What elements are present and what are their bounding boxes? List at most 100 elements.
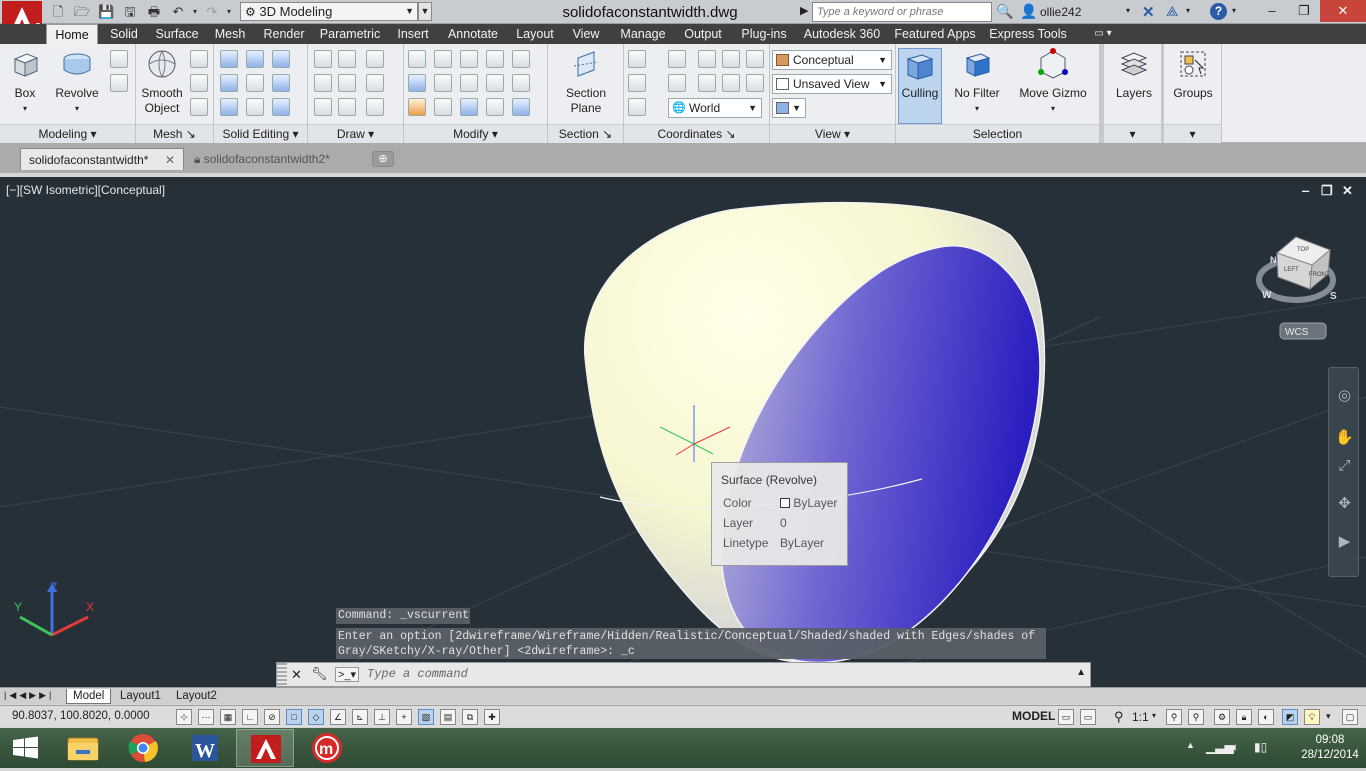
smooth-object-button[interactable]: Smooth Object xyxy=(138,48,186,116)
draw-panel-label[interactable]: Draw ▾ xyxy=(308,124,403,143)
tab-manage[interactable]: Manage xyxy=(614,24,672,44)
tab-insert[interactable]: Insert xyxy=(390,24,436,44)
word-icon[interactable]: W xyxy=(176,729,234,767)
circle-icon[interactable] xyxy=(366,74,384,92)
ucs-x-icon[interactable] xyxy=(698,50,716,68)
close-icon[interactable]: ✕ xyxy=(1320,0,1366,22)
polar-tracking-icon[interactable]: ⊘ xyxy=(264,709,280,725)
chevron-down-icon[interactable]: ▾ xyxy=(1186,6,1190,15)
shell-icon[interactable] xyxy=(272,98,290,116)
close-icon[interactable]: ✕ xyxy=(291,667,302,683)
thicken-icon[interactable] xyxy=(246,98,264,116)
separate-icon[interactable] xyxy=(246,50,264,68)
tab-view[interactable]: View xyxy=(566,24,606,44)
culling-button[interactable]: Culling xyxy=(898,48,942,124)
ucs-icon[interactable] xyxy=(628,50,646,68)
3d-object-snap-icon[interactable]: ◇ xyxy=(308,709,324,725)
undo-dropdown-icon[interactable]: ▾ xyxy=(187,4,203,20)
app-m-icon[interactable]: m xyxy=(298,729,356,767)
solid-editing-panel-label[interactable]: Solid Editing ▾ xyxy=(214,124,307,143)
exchange-apps-icon[interactable]: ✕ xyxy=(1142,3,1155,21)
file-explorer-icon[interactable] xyxy=(54,729,112,767)
viewcube[interactable]: TOP LEFT FRONT N W S xyxy=(1256,236,1337,303)
polygon-icon[interactable] xyxy=(314,98,332,116)
copy-icon[interactable] xyxy=(486,50,504,68)
tab-annotate[interactable]: Annotate xyxy=(442,24,504,44)
help-icon[interactable]: ? xyxy=(1210,3,1227,20)
union-icon[interactable] xyxy=(220,50,238,68)
tab-solid[interactable]: Solid xyxy=(104,24,144,44)
selection-cycling-icon[interactable]: ⧉ xyxy=(462,709,478,725)
ucs-select[interactable]: 🌐 World ▼ xyxy=(668,98,762,118)
fillet-icon[interactable] xyxy=(512,74,530,92)
mesh-smooth-more-icon[interactable] xyxy=(190,50,208,68)
file-tab-active[interactable]: solidofaconstantwidth* ✕ xyxy=(20,148,184,170)
spline-icon[interactable] xyxy=(314,74,332,92)
binoculars-icon[interactable]: 🔍 xyxy=(996,3,1014,21)
ucs-origin-icon[interactable] xyxy=(628,74,646,92)
presspull-icon[interactable] xyxy=(110,74,128,92)
quick-view-layouts-icon[interactable]: ▭ xyxy=(1058,709,1074,725)
quick-view-drawings-icon[interactable]: ▭ xyxy=(1080,709,1096,725)
chevron-up-icon[interactable]: ▲ xyxy=(1076,667,1086,678)
tab-mesh[interactable]: Mesh xyxy=(210,24,250,44)
search-input[interactable]: Type a keyword or phrase xyxy=(812,2,992,22)
battery-icon[interactable]: ▮▯ xyxy=(1254,740,1267,754)
lightbulb-icon[interactable]: 💡︎ xyxy=(1304,709,1320,725)
chrome-icon[interactable] xyxy=(114,729,172,767)
model-space-button[interactable]: MODEL xyxy=(1012,709,1055,723)
close-tab-icon[interactable]: ✕ xyxy=(165,149,175,171)
windows-start-icon[interactable] xyxy=(0,729,52,767)
tab-surface[interactable]: Surface xyxy=(150,24,204,44)
extrude-faces-icon[interactable] xyxy=(272,74,290,92)
quick-properties-icon[interactable]: ▤ xyxy=(440,709,456,725)
subtract-icon[interactable] xyxy=(220,74,238,92)
zoom-extents-icon[interactable]: ⤢ xyxy=(1335,456,1354,475)
rotate-icon[interactable] xyxy=(460,74,478,92)
annotation-visibility-icon[interactable]: ⚲ xyxy=(1166,709,1182,725)
annotation-monitor-icon[interactable]: ✚ xyxy=(484,709,500,725)
new-icon[interactable]: 🗋 xyxy=(50,4,66,20)
lineweight-icon[interactable]: + xyxy=(396,709,412,725)
ucs-face-icon[interactable] xyxy=(746,74,764,92)
viewport-close-icon[interactable]: ✕ xyxy=(1342,183,1353,199)
tab-layout1[interactable]: Layout1 xyxy=(114,689,167,704)
groups-button[interactable]: Groups xyxy=(1166,48,1220,101)
clean-screen-icon[interactable]: ▢ xyxy=(1342,709,1358,725)
username[interactable]: ollie242 xyxy=(1040,5,1081,19)
infer-constraints-icon[interactable]: ⊹ xyxy=(176,709,192,725)
snap-mode-icon[interactable]: ⋯ xyxy=(198,709,214,725)
ucs-3point-icon[interactable] xyxy=(668,74,686,92)
dynamic-ucs-icon[interactable]: ⊾ xyxy=(352,709,368,725)
open-icon[interactable]: 🗁 xyxy=(74,4,90,20)
view-panel-label[interactable]: View ▾ xyxy=(770,124,895,143)
autodesk-360-icon[interactable]: ⟁ xyxy=(1166,3,1179,20)
chevron-down-icon[interactable]: ▾ xyxy=(1126,6,1130,15)
ucs-previous-icon[interactable] xyxy=(628,98,646,116)
refine-mesh-icon[interactable] xyxy=(190,98,208,116)
mesh-smooth-less-icon[interactable] xyxy=(190,74,208,92)
redo-dropdown-icon[interactable]: ▾ xyxy=(221,4,237,20)
chevron-down-icon[interactable]: ▾ xyxy=(1152,711,1156,720)
section-plane-button[interactable]: Section Plane xyxy=(558,48,614,116)
coordinates-panel-label[interactable]: Coordinates ↘ xyxy=(624,124,769,143)
save-icon[interactable]: 💾 xyxy=(98,4,114,20)
isolate-objects-icon[interactable]: ◩ xyxy=(1282,709,1298,725)
extrude-icon[interactable] xyxy=(110,50,128,68)
tab-model[interactable]: Model xyxy=(66,689,112,704)
user-icon[interactable]: 👤 xyxy=(1020,3,1037,20)
layers-panel-expand[interactable]: ▾ xyxy=(1104,124,1161,143)
line-icon[interactable] xyxy=(338,74,356,92)
3d-rotate-icon[interactable] xyxy=(434,74,452,92)
mesh-panel-label[interactable]: Mesh ↘ xyxy=(136,124,213,143)
visual-style-select[interactable]: Conceptual ▼ xyxy=(772,50,892,70)
restore-icon[interactable]: ❐ xyxy=(1288,0,1320,22)
ucs-y-icon[interactable] xyxy=(698,74,716,92)
pan-hand-icon[interactable]: ✋ xyxy=(1335,428,1354,447)
viewport-label[interactable]: [−][SW Isometric][Conceptual] xyxy=(6,183,165,197)
tab-plug-ins[interactable]: Plug-ins xyxy=(734,24,794,44)
steering-wheel-icon[interactable]: ◎ xyxy=(1335,386,1354,405)
array-icon[interactable] xyxy=(512,98,530,116)
viewport-config-select[interactable]: ▼ xyxy=(772,98,806,118)
3d-scale-icon[interactable] xyxy=(434,98,452,116)
